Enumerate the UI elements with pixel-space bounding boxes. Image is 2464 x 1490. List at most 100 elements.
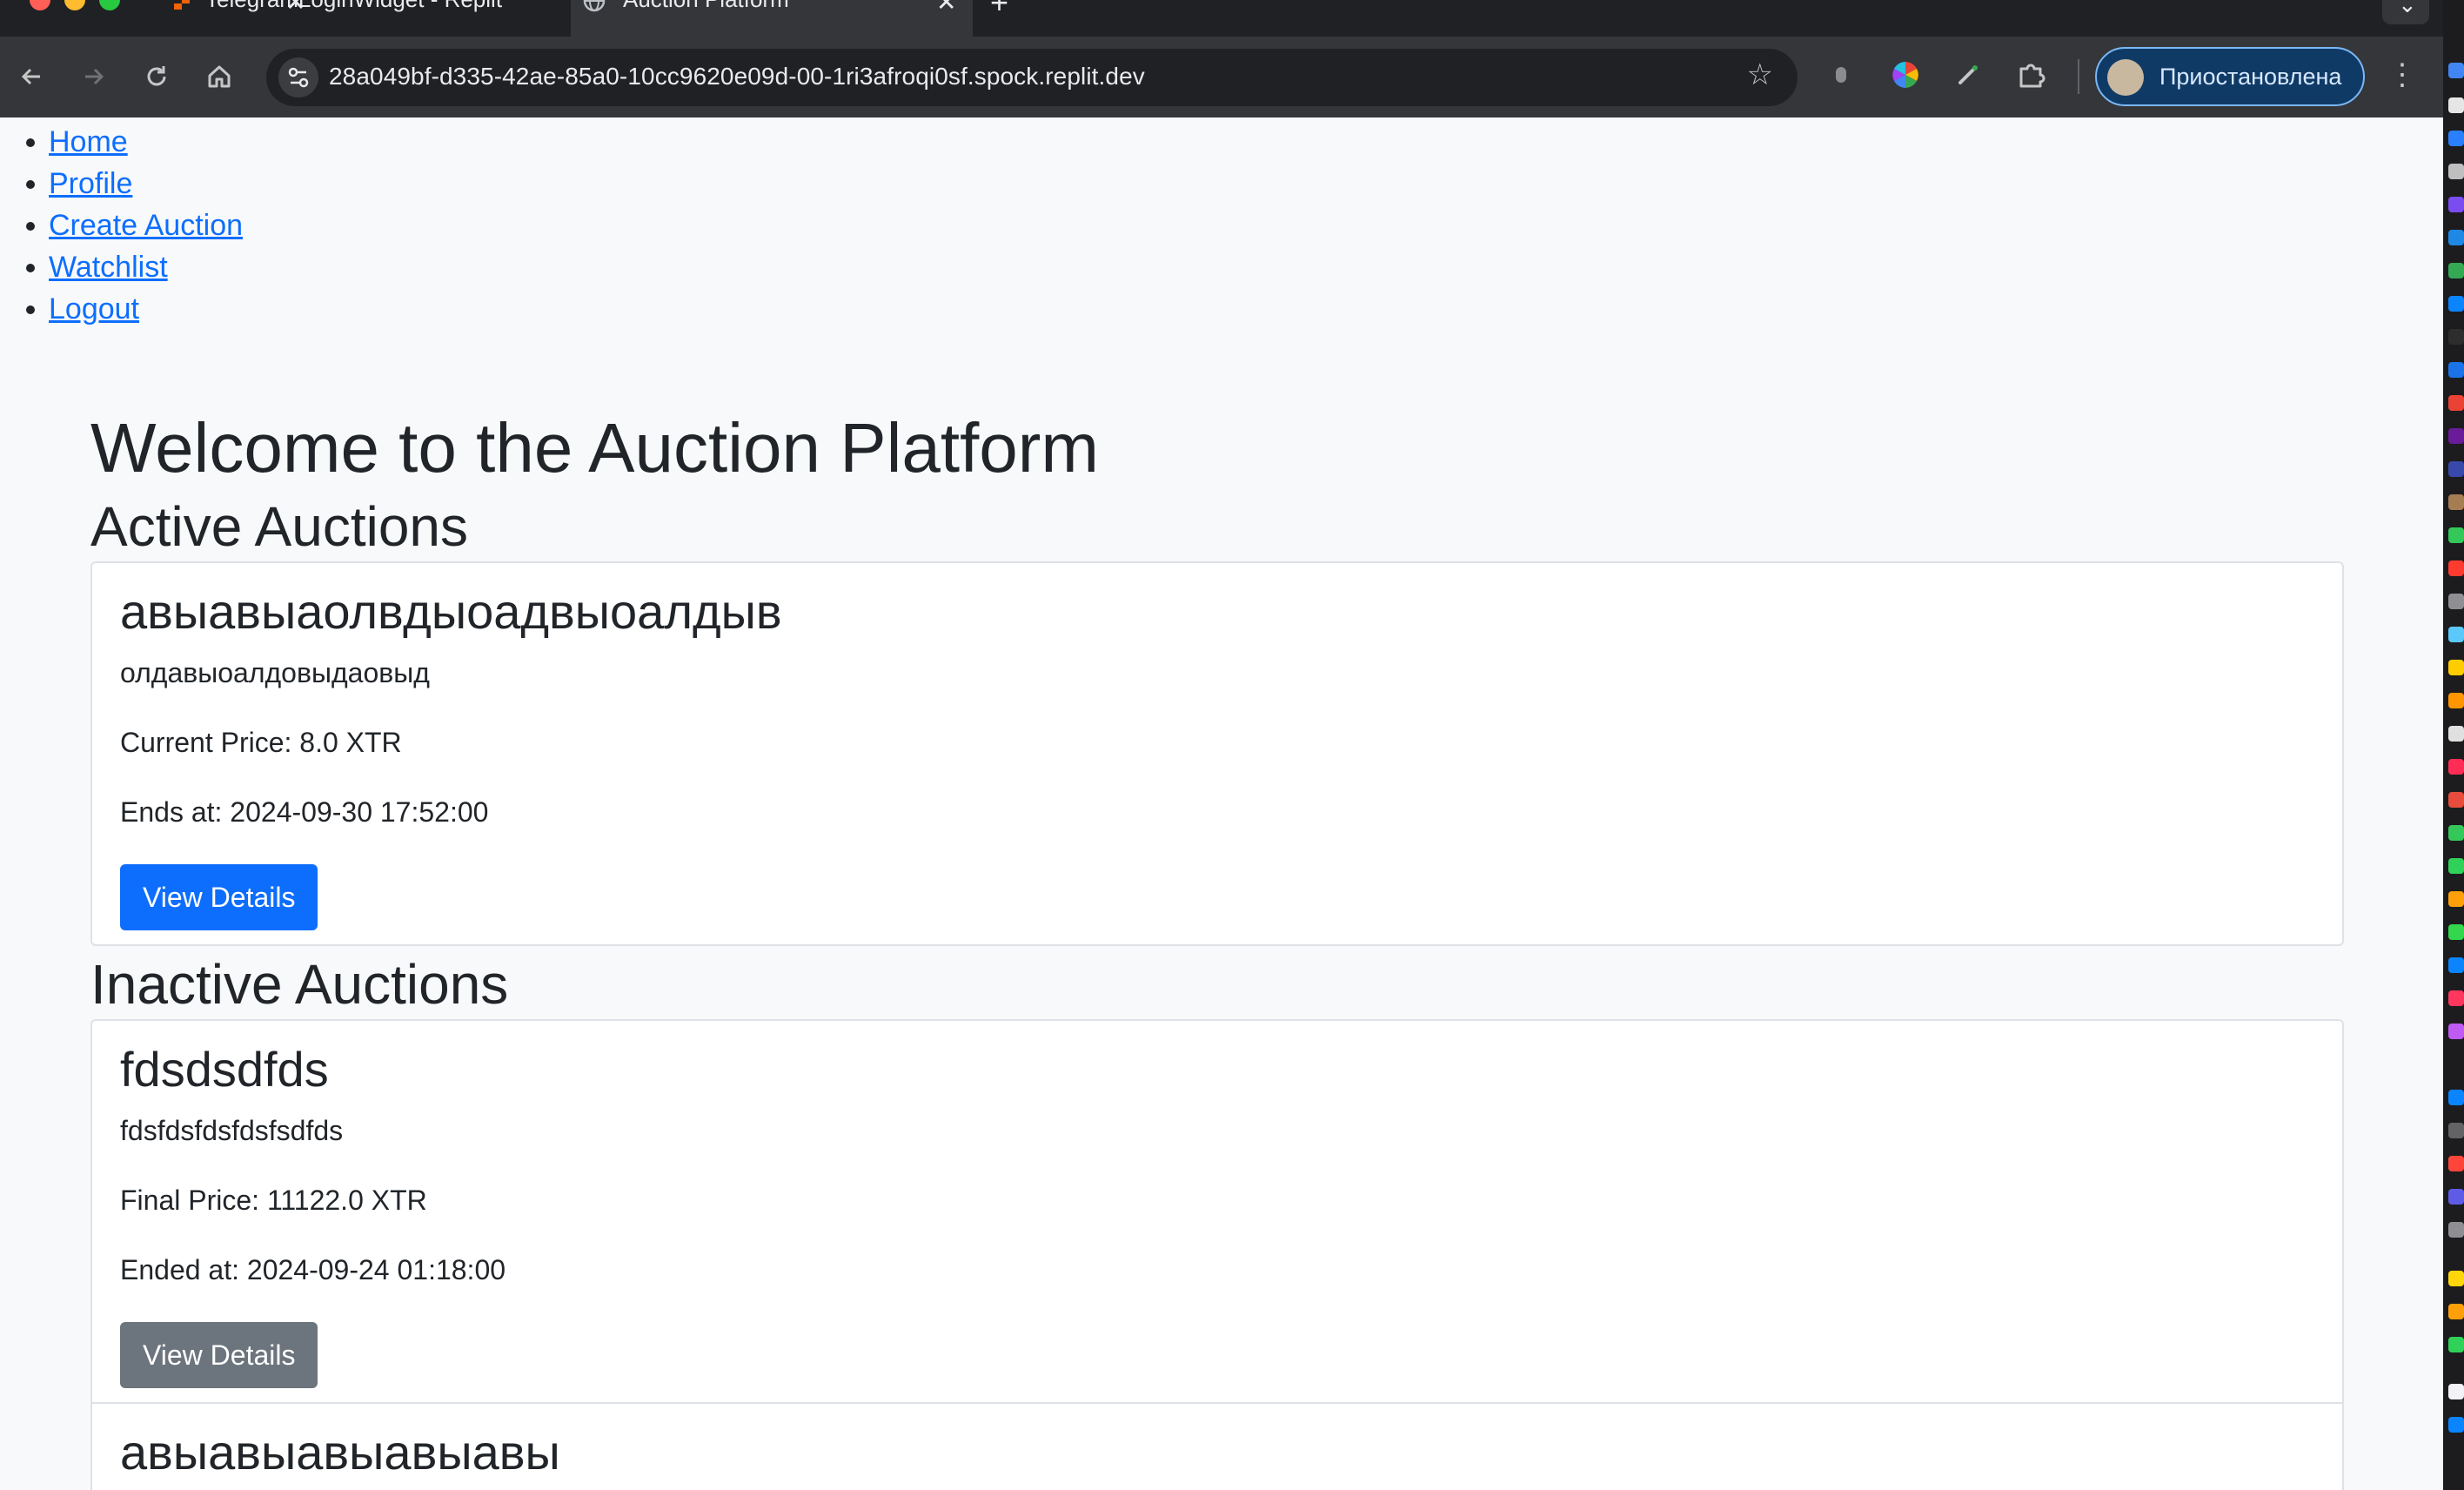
- watchlist-link[interactable]: Watchlist: [49, 251, 168, 284]
- app-icon[interactable]: [2448, 858, 2464, 874]
- reload-button[interactable]: [139, 59, 174, 94]
- app-icon[interactable]: [2448, 627, 2464, 642]
- home-button[interactable]: [202, 59, 237, 94]
- eyedropper-icon: [1958, 65, 1978, 84]
- nav-item-watchlist: Watchlist: [0, 246, 243, 288]
- main-container: Welcome to the Auction Platform Active A…: [90, 405, 2344, 1490]
- app-icon[interactable]: [2448, 1222, 2464, 1238]
- app-icon[interactable]: [2448, 527, 2464, 543]
- auction-title: авыавыаолвдыоадвыоалдыв: [120, 584, 782, 639]
- app-icon[interactable]: [2448, 660, 2464, 675]
- dock-strip: [2443, 0, 2464, 1490]
- more-menu-icon[interactable]: ⋮: [2387, 57, 2417, 92]
- tab-search-button[interactable]: ⌄: [2382, 0, 2429, 24]
- extension-icon: [1836, 67, 1846, 83]
- app-icon[interactable]: [2448, 726, 2464, 742]
- nav-item-home: Home: [0, 121, 243, 163]
- view-details-button[interactable]: View Details: [120, 864, 318, 930]
- profile-button[interactable]: Приостановлена: [2095, 47, 2365, 106]
- app-icon[interactable]: [2448, 693, 2464, 708]
- app-icon[interactable]: [2448, 63, 2464, 78]
- app-icon[interactable]: [2448, 230, 2464, 245]
- create-auction-link[interactable]: Create Auction: [49, 209, 243, 242]
- auction-title: авыавыавыавыавы: [120, 1425, 560, 1480]
- app-icon[interactable]: [2448, 1417, 2464, 1433]
- app-icon[interactable]: [2448, 197, 2464, 212]
- app-icon[interactable]: [2448, 594, 2464, 609]
- forward-button[interactable]: [77, 59, 111, 94]
- replit-favicon-icon: [174, 0, 190, 10]
- close-window-button[interactable]: [30, 0, 50, 10]
- tab-title: TelegramLoginWidget - Replit: [205, 0, 502, 13]
- app-icon[interactable]: [2448, 1304, 2464, 1319]
- home-link[interactable]: Home: [49, 125, 128, 158]
- extensions-button[interactable]: [2013, 57, 2048, 92]
- toolbar-divider: [2078, 59, 2079, 94]
- app-icon[interactable]: [2448, 97, 2464, 113]
- zoom-window-button[interactable]: [99, 0, 120, 10]
- auction-end-time: Ended at: 2024-09-24 01:18:00: [120, 1254, 506, 1285]
- app-icon[interactable]: [2448, 164, 2464, 179]
- minimize-window-button[interactable]: [64, 0, 85, 10]
- logout-link[interactable]: Logout: [49, 292, 139, 326]
- tab-strip: TelegramLoginWidget - Replit ✕ Auction P…: [0, 0, 2443, 37]
- app-icon[interactable]: [2448, 990, 2464, 1006]
- auction-description: олдавыоалдовыдаовыд: [120, 657, 430, 688]
- app-icon[interactable]: [2448, 1090, 2464, 1105]
- close-tab-icon[interactable]: ✕: [936, 0, 956, 17]
- app-icon[interactable]: [2448, 1024, 2464, 1039]
- app-icon[interactable]: [2448, 362, 2464, 378]
- auction-card: авыавыавыавыавы: [90, 1404, 2344, 1490]
- app-icon[interactable]: [2448, 1123, 2464, 1138]
- inactive-auctions-heading: Inactive Auctions: [90, 953, 509, 1016]
- app-icon[interactable]: [2448, 296, 2464, 312]
- new-tab-icon[interactable]: +: [990, 0, 1008, 21]
- site-settings-button[interactable]: [278, 57, 318, 97]
- app-icon[interactable]: [2448, 1337, 2464, 1352]
- app-icon[interactable]: [2448, 825, 2464, 841]
- back-icon: [21, 68, 40, 85]
- app-icon[interactable]: [2448, 792, 2464, 808]
- active-auctions-heading: Active Auctions: [90, 495, 468, 558]
- color-extension-button[interactable]: [1888, 57, 1923, 92]
- forward-icon: [85, 68, 104, 85]
- nav-item-create-auction: Create Auction: [0, 205, 243, 246]
- app-icon[interactable]: [2448, 957, 2464, 973]
- profile-status-label: Приостановлена: [2159, 64, 2342, 90]
- app-icon[interactable]: [2448, 1156, 2464, 1171]
- app-icon[interactable]: [2448, 461, 2464, 477]
- app-icon[interactable]: [2448, 1271, 2464, 1286]
- app-icon[interactable]: [2448, 131, 2464, 146]
- chevron-down-icon: ⌄: [2398, 0, 2417, 17]
- url-text[interactable]: 28a049bf-d335-42ae-85a0-10cc9620e09d-00-…: [329, 63, 1145, 91]
- app-icon[interactable]: [2448, 924, 2464, 940]
- app-icon[interactable]: [2448, 395, 2464, 411]
- inactive-auctions-list: fdsdsdfds fdsfdsfdsfdsfsdfds Final Price…: [90, 1019, 2344, 1490]
- color-wheel-icon: [1892, 62, 1918, 88]
- address-bar[interactable]: 28a049bf-d335-42ae-85a0-10cc9620e09d-00-…: [266, 49, 1798, 106]
- extension-button[interactable]: [1824, 57, 1858, 92]
- app-icon[interactable]: [2448, 560, 2464, 576]
- main-nav: Home Profile Create Auction Watchlist Lo…: [0, 121, 243, 330]
- page-viewport: Home Profile Create Auction Watchlist Lo…: [0, 117, 2443, 1490]
- back-button[interactable]: [14, 59, 49, 94]
- close-tab-icon[interactable]: ✕: [285, 0, 305, 17]
- tab-auction-platform[interactable]: Auction Platform ✕: [571, 0, 973, 37]
- view-details-button[interactable]: View Details: [120, 1322, 318, 1388]
- app-icon[interactable]: [2448, 494, 2464, 510]
- bookmark-star-icon[interactable]: ☆: [1747, 57, 1773, 92]
- app-icon[interactable]: [2448, 428, 2464, 444]
- profile-link[interactable]: Profile: [49, 167, 132, 200]
- reload-icon: [147, 66, 166, 86]
- auction-price: Current Price: 8.0 XTR: [120, 727, 402, 758]
- app-icon[interactable]: [2448, 329, 2464, 345]
- app-icon[interactable]: [2448, 891, 2464, 907]
- app-icon[interactable]: [2448, 263, 2464, 279]
- browser-chrome: TelegramLoginWidget - Replit ✕ Auction P…: [0, 0, 2443, 117]
- app-icon[interactable]: [2448, 1189, 2464, 1205]
- app-icon[interactable]: [2448, 759, 2464, 775]
- app-icon[interactable]: [2448, 1384, 2464, 1399]
- extensions-puzzle-icon: [2019, 64, 2046, 88]
- tab-replit[interactable]: TelegramLoginWidget - Replit: [162, 0, 571, 37]
- eyedropper-extension-button[interactable]: [1951, 57, 1985, 92]
